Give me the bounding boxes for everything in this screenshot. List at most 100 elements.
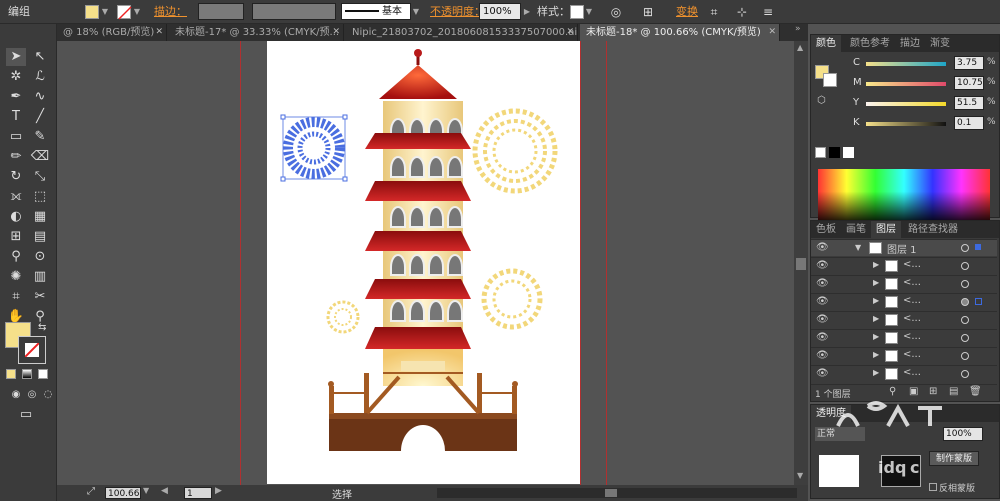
close-icon[interactable]: ✕ [332,24,340,41]
opacity-arrow-icon[interactable]: ▶ [523,3,531,21]
horizontal-scroll-thumb[interactable] [605,489,617,497]
eraser-tool-icon[interactable]: ⌫ [30,148,50,166]
sublayer-name[interactable]: <... [903,313,921,324]
tab-color-guide[interactable]: 颜色参考 [845,35,895,52]
expand-icon[interactable]: ▼ [855,243,861,252]
tab-pathfinder[interactable]: 路径查找器 [903,221,963,238]
selection-tool-icon[interactable]: ➤ [6,48,26,66]
list-item[interactable]: 👁 ▶ <... [811,311,997,328]
recolor-icon[interactable]: ◎ [608,4,624,20]
shape-builder-tool-icon[interactable]: ◐ [6,208,26,226]
target-icon[interactable] [961,298,969,306]
tab-overflow-icon[interactable]: » [795,24,801,34]
slice-tool-icon[interactable]: ✂ [30,288,50,306]
cyan-slider-row[interactable]: C 3.75 % [811,55,1000,73]
list-item[interactable]: 👁 ▶ <... [811,365,997,382]
transparency-opacity-field[interactable]: 100% [943,427,983,441]
gradient-mode-icon[interactable] [22,369,32,379]
eye-icon[interactable]: 👁 [816,314,829,325]
target-icon[interactable] [961,352,969,360]
symbol-sprayer-tool-icon[interactable]: ✺ [6,268,26,286]
target-icon[interactable] [961,244,969,252]
black-color-swatch[interactable] [829,147,840,158]
none-mode-icon[interactable] [38,369,48,379]
target-icon[interactable] [961,334,969,342]
fill-swatch[interactable] [85,5,99,19]
black-value[interactable]: 0.1 [954,116,984,130]
black-slider-row[interactable]: K 0.1 % [811,115,1000,133]
expand-icon[interactable]: ▶ [873,278,879,287]
draw-inside-icon[interactable]: ◌ [38,386,58,404]
direct-selection-tool-icon[interactable]: ↖ [30,48,50,66]
graphic-style-swatch[interactable] [570,5,584,19]
document-tab[interactable]: 未标题-17* @ 33.33% (CMYK/预... ✕ [169,24,344,41]
width-tool-icon[interactable]: ⟗ [6,188,26,206]
yellow-value[interactable]: 51.5 [954,96,984,110]
expand-icon[interactable]: ▶ [873,260,879,269]
screen-mode-icon[interactable]: ▭ [16,406,36,424]
scale-tool-icon[interactable]: ⤡ [30,168,50,186]
artboard-nav-icon[interactable]: ⤢ [87,486,95,497]
type-tool-icon[interactable]: T [6,108,26,126]
magenta-slider[interactable] [866,82,946,86]
panel-menu-icon[interactable]: ≡ [760,4,776,20]
firework-blue-selected[interactable] [280,114,348,182]
line-tool-icon[interactable]: ╱ [30,108,50,126]
stroke-style-field[interactable]: 基本 [341,3,411,20]
document-tab-active[interactable]: 未标题-18* @ 100.66% (CMYK/预览) ✕ [580,24,780,41]
document-tab[interactable]: Nipic_21803702_20180608153337507000.ai* … [346,24,578,41]
fill-dropdown-icon[interactable]: ▼ [101,3,109,21]
selection-indicator-icon[interactable] [975,298,982,305]
stroke-label[interactable]: 描边： [154,3,187,21]
tab-layers[interactable]: 图层 [871,221,901,238]
sublayer-name[interactable]: <... [903,331,921,342]
artboard-number-field[interactable]: 1 [184,487,212,499]
blend-mode-select[interactable]: 正常 [815,427,865,441]
lasso-tool-icon[interactable]: ℒ [30,68,50,86]
magic-wand-tool-icon[interactable]: ✲ [6,68,26,86]
stroke-dropdown-icon[interactable]: ▼ [133,3,141,21]
black-slider[interactable] [866,122,946,126]
close-icon[interactable]: ✕ [768,24,776,41]
artboard-tool-icon[interactable]: ⌗ [6,288,26,306]
white-color-swatch[interactable] [843,147,854,158]
stroke-style-dropdown-icon[interactable]: ▼ [412,3,420,21]
target-icon[interactable] [961,316,969,324]
mask-thumbnail[interactable] [881,455,921,487]
isolate-icon[interactable]: ⌗ [706,4,722,20]
mesh-tool-icon[interactable]: ⊞ [6,228,26,246]
tab-swatches[interactable]: 色板 [811,221,841,238]
swap-colors-icon[interactable]: ⇆ [38,322,46,333]
transform-label[interactable]: 变换 [676,3,698,21]
sublayer-name[interactable]: <... [903,259,921,270]
stroke-weight-field[interactable] [198,3,244,20]
close-icon[interactable]: ✕ [155,24,163,41]
color-mode-icon[interactable] [6,369,16,379]
make-mask-button[interactable]: 制作蒙版 [929,451,979,466]
paintbrush-tool-icon[interactable]: ✎ [30,128,50,146]
tab-gradient[interactable]: 渐变 [925,35,955,52]
rectangle-tool-icon[interactable]: ▭ [6,128,26,146]
eyedropper-tool-icon[interactable]: ⚲ [6,248,26,266]
scroll-down-icon[interactable]: ▼ [797,471,803,480]
none-color-swatch[interactable] [815,147,826,158]
eye-icon[interactable]: 👁 [816,278,829,289]
locate-object-icon[interactable]: ⚲ [889,386,896,397]
new-sublayer-icon[interactable]: ⊞ [929,386,937,397]
vertical-scroll-thumb[interactable] [796,258,806,270]
arrange-icon[interactable]: ⊹ [734,4,750,20]
tab-color[interactable]: 颜色 [811,35,841,52]
eye-icon[interactable]: 👁 [816,260,829,271]
eye-icon[interactable]: 👁 [816,332,829,343]
eye-icon[interactable]: 👁 [816,242,829,253]
list-item[interactable]: 👁 ▶ <... [811,347,997,364]
opacity-label[interactable]: 不透明度： [430,3,485,21]
eye-icon[interactable]: 👁 [816,350,829,361]
target-icon[interactable] [961,262,969,270]
sublayer-name[interactable]: <... [903,349,921,360]
next-artboard-icon[interactable]: ▶ [215,486,222,496]
list-item[interactable]: 👁 ▶ <... [811,329,997,346]
expand-icon[interactable]: ▶ [873,368,879,377]
target-icon[interactable] [961,280,969,288]
stroke-color-box[interactable] [18,336,46,364]
